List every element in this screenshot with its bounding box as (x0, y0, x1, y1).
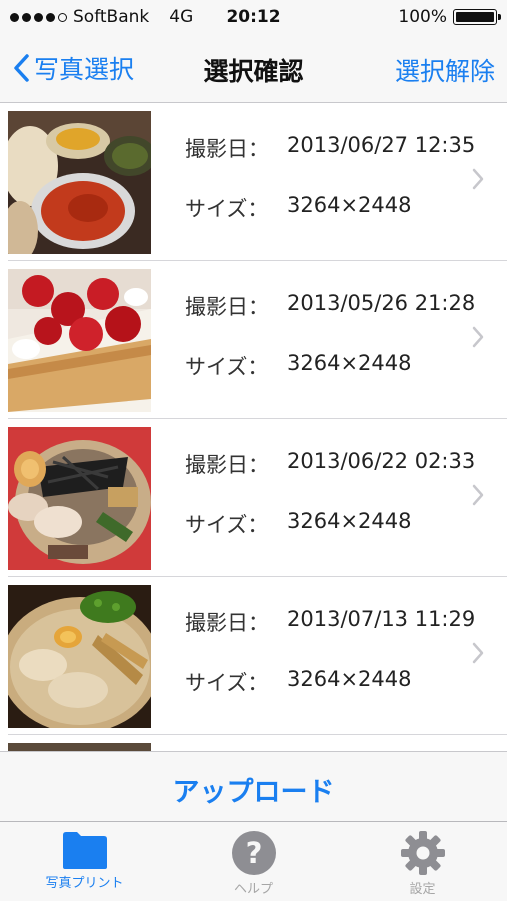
list-item[interactable]: 撮影日： 2013/07/13 11:29 サイズ： 3264×2448 (0, 577, 507, 735)
photo-thumbnail (8, 111, 151, 254)
date-value: 2013/07/13 11:29 (287, 607, 476, 631)
photo-curry-meal-icon (8, 111, 151, 254)
date-value: 2013/06/27 12:35 (287, 133, 476, 157)
folder-icon (62, 832, 107, 869)
list-item[interactable]: 撮影日： 2013/05/26 21:28 サイズ： 3264×2448 (0, 261, 507, 419)
chevron-right-icon (472, 168, 484, 190)
status-bar: SoftBank 4G 20:12 100% (0, 0, 507, 34)
chevron-right-icon (472, 326, 484, 348)
chevron-right-icon (472, 642, 484, 664)
size-label: サイズ： (185, 355, 269, 379)
chevron-right-icon (472, 484, 484, 506)
chevron-left-icon (14, 54, 29, 82)
deselect-button[interactable]: 選択解除 (395, 52, 495, 88)
tab-settings[interactable]: 設定 (338, 830, 507, 897)
gear-icon (400, 831, 445, 875)
back-button[interactable]: 写真選択 (12, 50, 134, 86)
tab-label: 写真プリント (45, 876, 124, 891)
photo-thumbnail (8, 743, 151, 751)
tab-photo-print[interactable]: 写真プリント (0, 830, 169, 891)
upload-toolbar: アップロード (0, 751, 507, 822)
photo-thumbnail (8, 427, 151, 570)
upload-button[interactable]: アップロード (0, 770, 507, 809)
photo-thumbnail (8, 585, 151, 728)
photo-soba-noodles-icon (8, 427, 151, 570)
list-item[interactable]: 撮影日： 2013/06/22 02:33 サイズ： 3264×2448 (0, 419, 507, 577)
size-label: サイズ： (185, 513, 269, 537)
tab-label: 設定 (409, 882, 436, 897)
size-label: サイズ： (185, 671, 269, 695)
photo-strawberry-cake-icon (8, 269, 151, 412)
date-label: 撮影日： (185, 295, 269, 319)
battery-icon (453, 9, 501, 25)
photo-list: 撮影日： 2013/06/27 12:35 サイズ： 3264×2448 撮影日… (0, 103, 507, 751)
battery-percent: 100% (398, 7, 447, 27)
photo-thumbnail (8, 269, 151, 412)
date-label: 撮影日： (185, 453, 269, 477)
size-label: サイズ： (185, 197, 269, 221)
svg-text:?: ? (245, 836, 262, 870)
date-value: 2013/06/22 02:33 (287, 449, 476, 473)
tab-label: ヘルプ (233, 882, 273, 897)
date-label: 撮影日： (185, 611, 269, 635)
list-item[interactable] (0, 735, 507, 751)
tab-help[interactable]: ? ヘルプ (169, 830, 338, 897)
date-label: 撮影日： (185, 137, 269, 161)
photo-ramen-icon (8, 585, 151, 728)
size-value: 3264×2448 (287, 351, 412, 375)
list-item[interactable]: 撮影日： 2013/06/27 12:35 サイズ： 3264×2448 (0, 103, 507, 261)
size-value: 3264×2448 (287, 193, 412, 217)
date-value: 2013/05/26 21:28 (287, 291, 476, 315)
tab-bar: 写真プリント ? ヘルプ 設定 (0, 821, 507, 901)
size-value: 3264×2448 (287, 667, 412, 691)
navigation-bar: 写真選択 選択確認 選択解除 (0, 34, 507, 103)
battery-info: 100% (398, 7, 501, 27)
size-value: 3264×2448 (287, 509, 412, 533)
back-button-label: 写真選択 (34, 55, 135, 84)
help-icon: ? (231, 831, 276, 875)
